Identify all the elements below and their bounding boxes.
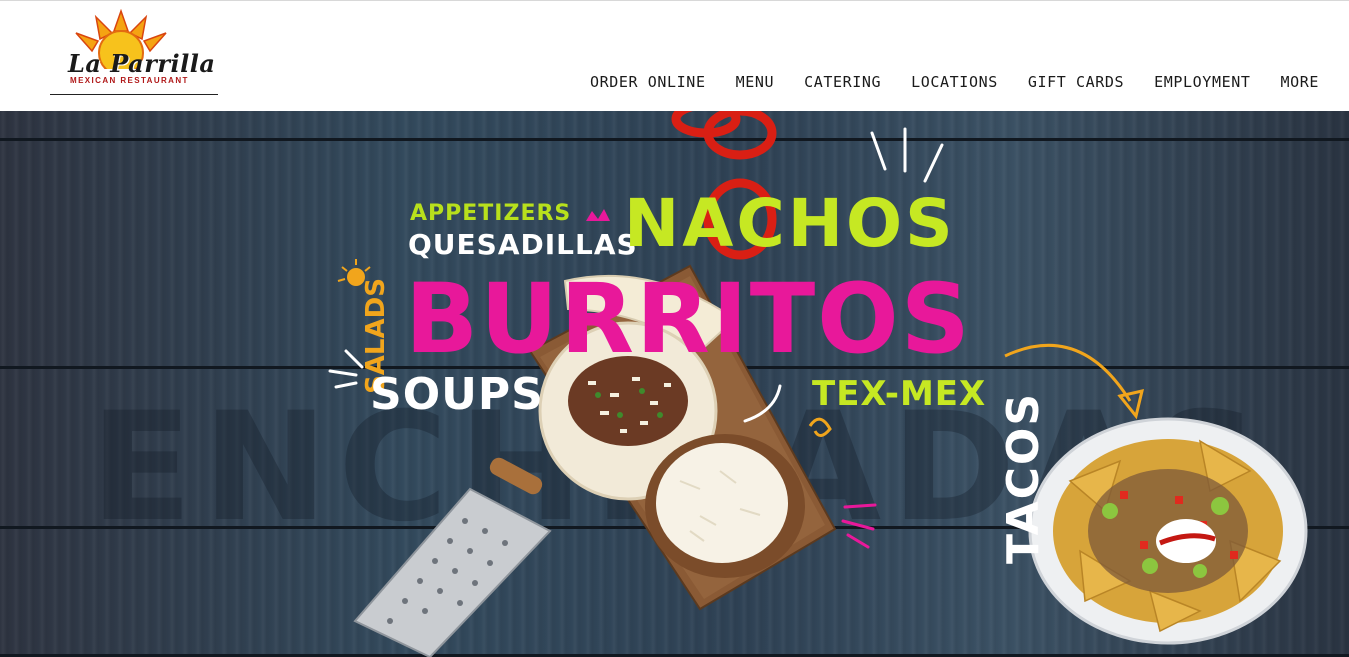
- site-header: La Parrilla MEXICAN RESTAURANT ORDER ONL…: [0, 0, 1349, 111]
- nav-gift-cards[interactable]: GIFT CARDS: [1028, 73, 1124, 91]
- nachos-plate-icon: [1028, 417, 1308, 645]
- hero-word-quesadillas: QUESADILLAS: [408, 228, 638, 261]
- nav-menu[interactable]: MENU: [736, 73, 775, 91]
- hero-banner: ENCHILADAS: [0, 111, 1349, 657]
- grater-icon: [353, 457, 552, 657]
- nav-locations[interactable]: LOCATIONS: [911, 73, 998, 91]
- nav-catering[interactable]: CATERING: [804, 73, 881, 91]
- crown-icon: [586, 209, 610, 221]
- hero-word-nachos: NACHOS: [624, 185, 956, 262]
- main-nav: ORDER ONLINE MENU CATERING LOCATIONS GIF…: [590, 73, 1319, 91]
- hero-word-texmex: TEX-MEX: [812, 374, 987, 414]
- nav-employment[interactable]: EMPLOYMENT: [1154, 73, 1250, 91]
- nav-more[interactable]: MORE: [1280, 73, 1319, 91]
- site-logo[interactable]: La Parrilla MEXICAN RESTAURANT: [50, 9, 218, 95]
- brand-tagline: MEXICAN RESTAURANT: [70, 76, 189, 85]
- brand-name: La Parrilla: [68, 49, 216, 78]
- hero-word-burritos: BURRITOS: [405, 263, 972, 375]
- hero-word-tacos: TACOS: [998, 391, 1050, 565]
- nav-order-online[interactable]: ORDER ONLINE: [590, 73, 706, 91]
- hero-word-soups: SOUPS: [370, 369, 544, 420]
- hero-word-appetizers: APPETIZERS: [410, 201, 572, 226]
